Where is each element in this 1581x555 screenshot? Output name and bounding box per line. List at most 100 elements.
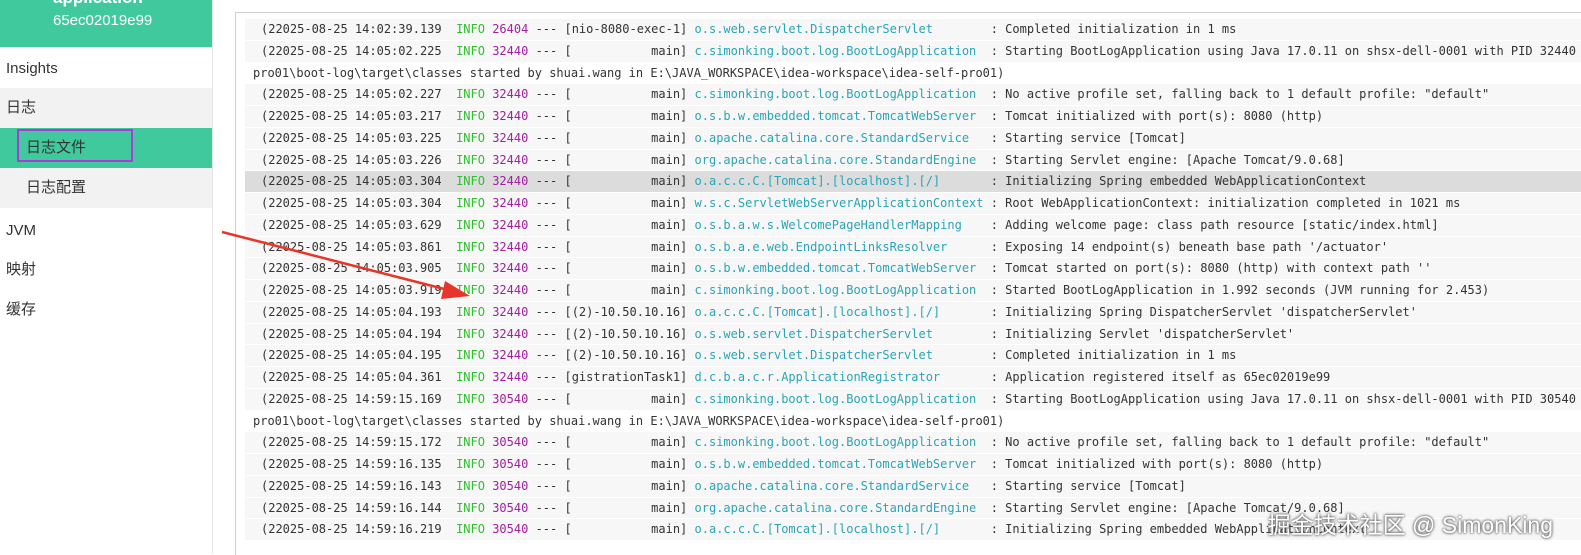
log-output[interactable]: (22025-08-25 14:02:39.139 INFO 26404 ---… xyxy=(245,19,1581,541)
log-thread: --- [ main] xyxy=(528,283,694,297)
log-level: INFO xyxy=(456,44,485,58)
log-pid: 32440 xyxy=(485,131,528,145)
log-timestamp: (22025-08-25 14:05:02.225 xyxy=(261,44,456,58)
log-level: INFO xyxy=(456,305,485,319)
sidebar-item-logs[interactable]: 日志 xyxy=(0,88,212,128)
log-pid: 32440 xyxy=(485,218,528,232)
log-logger: c.simonking.boot.log.BootLogApplication xyxy=(695,283,984,297)
log-thread: --- [ main] xyxy=(528,196,694,210)
log-logger: c.simonking.boot.log.BootLogApplication xyxy=(695,392,984,406)
sidebar-item-jvm[interactable]: JVM xyxy=(0,211,212,251)
log-message: : Tomcat started on port(s): 8080 (http)… xyxy=(984,261,1432,275)
sidebar-item-mappings[interactable]: 映射 xyxy=(0,250,212,290)
sidebar-item-caches[interactable]: 缓存 xyxy=(0,290,212,330)
log-level: INFO xyxy=(456,196,485,210)
log-message: : Exposing 14 endpoint(s) beneath base p… xyxy=(984,240,1389,254)
log-message: : Initializing Spring embedded WebApplic… xyxy=(984,174,1367,188)
log-line: (22025-08-25 14:05:03.226 INFO 32440 ---… xyxy=(245,150,1581,172)
log-logger: o.s.b.a.e.web.EndpointLinksResolver xyxy=(695,240,984,254)
log-thread: --- [ main] xyxy=(528,435,694,449)
log-pid: 32440 xyxy=(485,87,528,101)
log-text: pro01\boot-log\target\classes started by… xyxy=(253,66,1004,80)
log-message: : Application registered itself as 65ec0… xyxy=(984,370,1331,384)
log-level: INFO xyxy=(456,87,485,101)
log-message: : Completed initialization in 1 ms xyxy=(984,22,1237,36)
log-thread: --- [gistrationTask1] xyxy=(528,370,694,384)
log-pid: 32440 xyxy=(485,174,528,188)
log-thread: --- [ main] xyxy=(528,174,694,188)
log-timestamp: (22025-08-25 14:05:02.227 xyxy=(261,87,456,101)
log-pid: 32440 xyxy=(485,283,528,297)
log-pid: 30540 xyxy=(485,522,528,536)
app-id: 65ec02019e99 xyxy=(53,12,152,29)
log-message: : No active profile set, falling back to… xyxy=(984,435,1490,449)
log-message: : Completed initialization in 1 ms xyxy=(984,348,1237,362)
log-timestamp: (22025-08-25 14:05:03.304 xyxy=(261,174,456,188)
log-timestamp: (22025-08-25 14:59:16.144 xyxy=(261,501,456,515)
sidebar-item-insights[interactable]: Insights xyxy=(0,49,212,89)
log-logger: c.simonking.boot.log.BootLogApplication xyxy=(695,87,984,101)
log-thread: --- [ main] xyxy=(528,392,694,406)
log-line: (22025-08-25 14:05:03.225 INFO 32440 ---… xyxy=(245,128,1581,150)
log-thread: --- [ main] xyxy=(528,44,694,58)
log-timestamp: (22025-08-25 14:59:15.169 xyxy=(261,392,456,406)
log-line: (22025-08-25 14:05:03.861 INFO 32440 ---… xyxy=(245,237,1581,259)
log-logger: d.c.b.a.c.r.ApplicationRegistrator xyxy=(695,370,984,384)
log-timestamp: (22025-08-25 14:59:16.143 xyxy=(261,479,456,493)
log-line: (22025-08-25 14:05:04.194 INFO 32440 ---… xyxy=(245,324,1581,346)
log-logger: o.s.b.w.embedded.tomcat.TomcatWebServer xyxy=(695,457,984,471)
log-pid: 30540 xyxy=(485,435,528,449)
log-level: INFO xyxy=(456,457,485,471)
log-pid: 32440 xyxy=(485,153,528,167)
log-logger: o.apache.catalina.core.StandardService xyxy=(695,131,984,145)
sidebar-item-log-config[interactable]: 日志配置 xyxy=(0,168,212,208)
log-level: INFO xyxy=(456,327,485,341)
log-thread: --- [(2)-10.50.10.16] xyxy=(528,305,694,319)
log-message: : Tomcat initialized with port(s): 8080 … xyxy=(984,457,1324,471)
log-logger: o.s.web.servlet.DispatcherServlet xyxy=(695,327,984,341)
log-logger: o.s.b.w.embedded.tomcat.TomcatWebServer xyxy=(695,109,984,123)
log-logger: c.simonking.boot.log.BootLogApplication xyxy=(695,44,984,58)
log-line: (22025-08-25 14:59:16.143 INFO 30540 ---… xyxy=(245,476,1581,498)
log-thread: --- [nio-8080-exec-1] xyxy=(528,22,694,36)
log-level: INFO xyxy=(456,174,485,188)
log-line: (22025-08-25 14:02:39.139 INFO 26404 ---… xyxy=(245,19,1581,41)
log-message: : Adding welcome page: class path resour… xyxy=(984,218,1439,232)
log-level: INFO xyxy=(456,283,485,297)
log-message: : Starting Servlet engine: [Apache Tomca… xyxy=(984,153,1345,167)
app-header[interactable]: application 65ec02019e99 xyxy=(0,0,212,47)
log-logger: o.a.c.c.C.[Tomcat].[localhost].[/] xyxy=(695,305,984,319)
log-pid: 30540 xyxy=(485,457,528,471)
log-level: INFO xyxy=(456,348,485,362)
log-logger: o.s.b.a.w.s.WelcomePageHandlerMapping xyxy=(695,218,984,232)
log-timestamp: (22025-08-25 14:05:03.905 xyxy=(261,261,456,275)
log-pid: 26404 xyxy=(485,22,528,36)
log-pid: 32440 xyxy=(485,240,528,254)
log-line: (22025-08-25 14:05:02.227 INFO 32440 ---… xyxy=(245,84,1581,106)
annotation-highlight-box xyxy=(17,129,133,162)
log-message: : Root WebApplicationContext: initializa… xyxy=(984,196,1461,210)
log-pid: 32440 xyxy=(485,196,528,210)
log-timestamp: (22025-08-25 14:05:03.629 xyxy=(261,218,456,232)
log-timestamp: (22025-08-25 14:05:04.193 xyxy=(261,305,456,319)
log-thread: --- [ main] xyxy=(528,261,694,275)
log-text: pro01\boot-log\target\classes started by… xyxy=(253,414,1004,428)
log-pid: 32440 xyxy=(485,305,528,319)
sidebar: application 65ec02019e99 Insights 日志 日志文… xyxy=(0,0,213,554)
log-line: (22025-08-25 14:05:03.304 INFO 32440 ---… xyxy=(245,171,1581,193)
log-level: INFO xyxy=(456,479,485,493)
log-logger: c.simonking.boot.log.BootLogApplication xyxy=(695,435,984,449)
log-line: (22025-08-25 14:05:04.361 INFO 32440 ---… xyxy=(245,367,1581,389)
log-level: INFO xyxy=(456,370,485,384)
log-timestamp: (22025-08-25 14:05:03.919 xyxy=(261,283,456,297)
log-thread: --- [(2)-10.50.10.16] xyxy=(528,348,694,362)
log-logger: o.s.web.servlet.DispatcherServlet xyxy=(695,348,984,362)
log-timestamp: (22025-08-25 14:05:03.304 xyxy=(261,196,456,210)
log-timestamp: (22025-08-25 14:05:03.225 xyxy=(261,131,456,145)
log-line: (22025-08-25 14:05:03.629 INFO 32440 ---… xyxy=(245,215,1581,237)
log-message: : Starting service [Tomcat] xyxy=(984,479,1186,493)
log-line: (22025-08-25 14:05:03.905 INFO 32440 ---… xyxy=(245,258,1581,280)
log-thread: --- [ main] xyxy=(528,479,694,493)
log-line: (22025-08-25 14:05:04.195 INFO 32440 ---… xyxy=(245,345,1581,367)
log-thread: --- [ main] xyxy=(528,87,694,101)
